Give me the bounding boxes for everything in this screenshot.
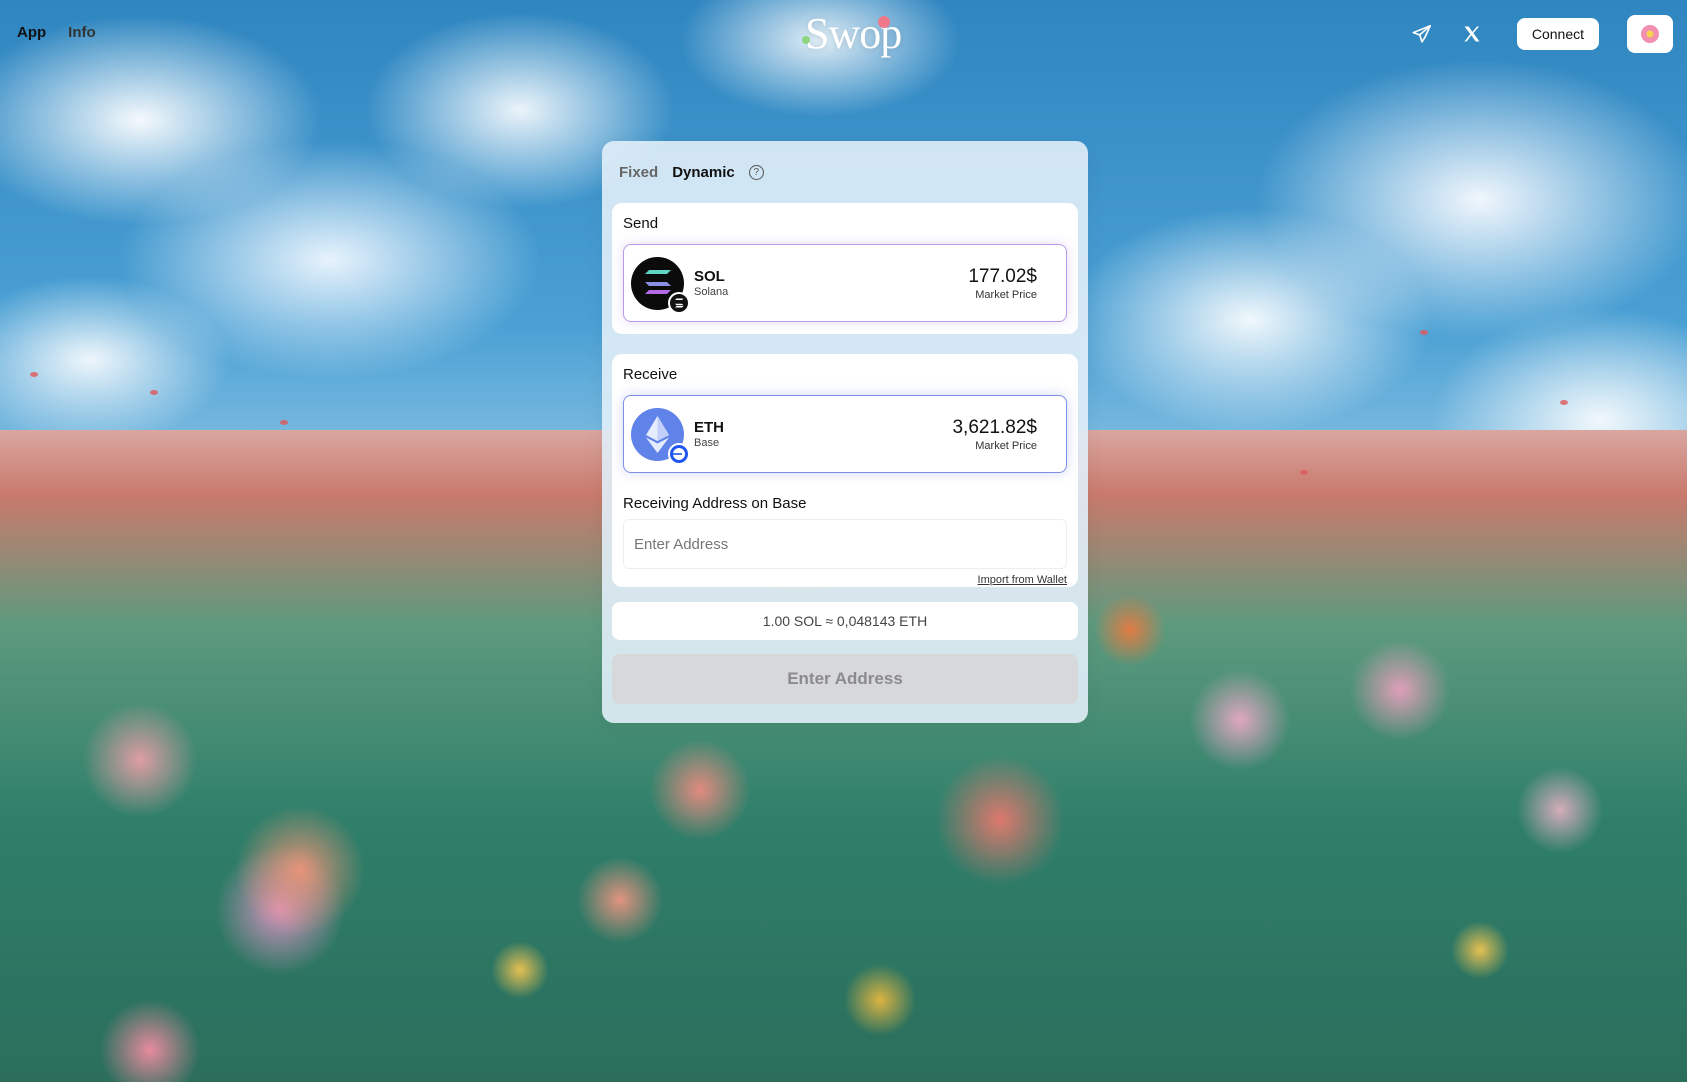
receive-price-box: 3,621.82$ Market Price	[952, 417, 1037, 452]
receive-asset-name: ETH Base	[694, 419, 724, 449]
petal	[1560, 400, 1568, 405]
receive-label: Receive	[623, 366, 678, 383]
receive-price-caption: Market Price	[975, 439, 1037, 452]
solana-coin-icon	[631, 256, 690, 314]
send-price-box: 177.02$ Market Price	[968, 266, 1037, 301]
petal	[150, 390, 158, 395]
receiving-address-label: Receiving Address on Base	[623, 495, 807, 512]
nav-actions: Connect	[1407, 15, 1673, 53]
top-nav: App Info	[17, 24, 96, 41]
submit-button[interactable]: Enter Address	[612, 654, 1078, 704]
x-icon[interactable]	[1457, 19, 1487, 49]
help-icon[interactable]: ?	[748, 164, 764, 180]
receive-panel: Receive ETH Base 3,621.82$ Market Price …	[612, 354, 1078, 587]
receive-asset-selector[interactable]: ETH Base 3,621.82$ Market Price	[623, 395, 1067, 473]
petal	[30, 372, 38, 377]
send-price: 177.02$	[968, 265, 1037, 287]
ethereum-coin-icon	[631, 407, 690, 465]
nav-info-link[interactable]: Info	[68, 24, 96, 41]
base-chain-badge-icon	[668, 442, 690, 465]
profile-button[interactable]	[1627, 15, 1673, 53]
petal	[1420, 330, 1428, 335]
connect-button[interactable]: Connect	[1516, 18, 1599, 50]
mode-dynamic-tab[interactable]: Dynamic	[672, 164, 735, 181]
telegram-icon[interactable]	[1407, 19, 1437, 49]
send-panel: Send SOL Solana 177.02$ Market Price	[612, 203, 1078, 334]
send-asset-selector[interactable]: SOL Solana 177.02$ Market Price	[623, 244, 1067, 322]
import-from-wallet-link[interactable]: Import from Wallet	[623, 574, 1067, 586]
swop-logo[interactable]: Swop	[805, 8, 902, 59]
petal	[1300, 470, 1308, 475]
send-label: Send	[623, 215, 659, 232]
nav-app-link[interactable]: App	[17, 24, 46, 41]
receive-chain: Base	[694, 437, 720, 449]
logo-dot	[878, 16, 890, 28]
mode-fixed-tab[interactable]: Fixed	[619, 164, 658, 181]
mode-selector: Fixed Dynamic ?	[612, 141, 1078, 203]
logo-dot	[802, 36, 810, 44]
exchange-rate: 1.00 SOL ≈ 0,048143 ETH	[612, 602, 1078, 640]
receiving-address-input[interactable]	[623, 519, 1067, 569]
receive-ticker: ETH	[694, 419, 724, 436]
send-asset-name: SOL Solana	[694, 268, 728, 298]
petal	[280, 420, 288, 425]
flower-icon	[1641, 25, 1659, 43]
solana-chain-badge-icon	[668, 291, 690, 314]
send-ticker: SOL	[694, 268, 725, 285]
receive-price: 3,621.82$	[952, 416, 1037, 438]
send-price-caption: Market Price	[975, 288, 1037, 301]
send-chain: Solana	[694, 286, 729, 298]
swap-card: Fixed Dynamic ? Send SOL Solana 177.02$ …	[602, 141, 1088, 723]
